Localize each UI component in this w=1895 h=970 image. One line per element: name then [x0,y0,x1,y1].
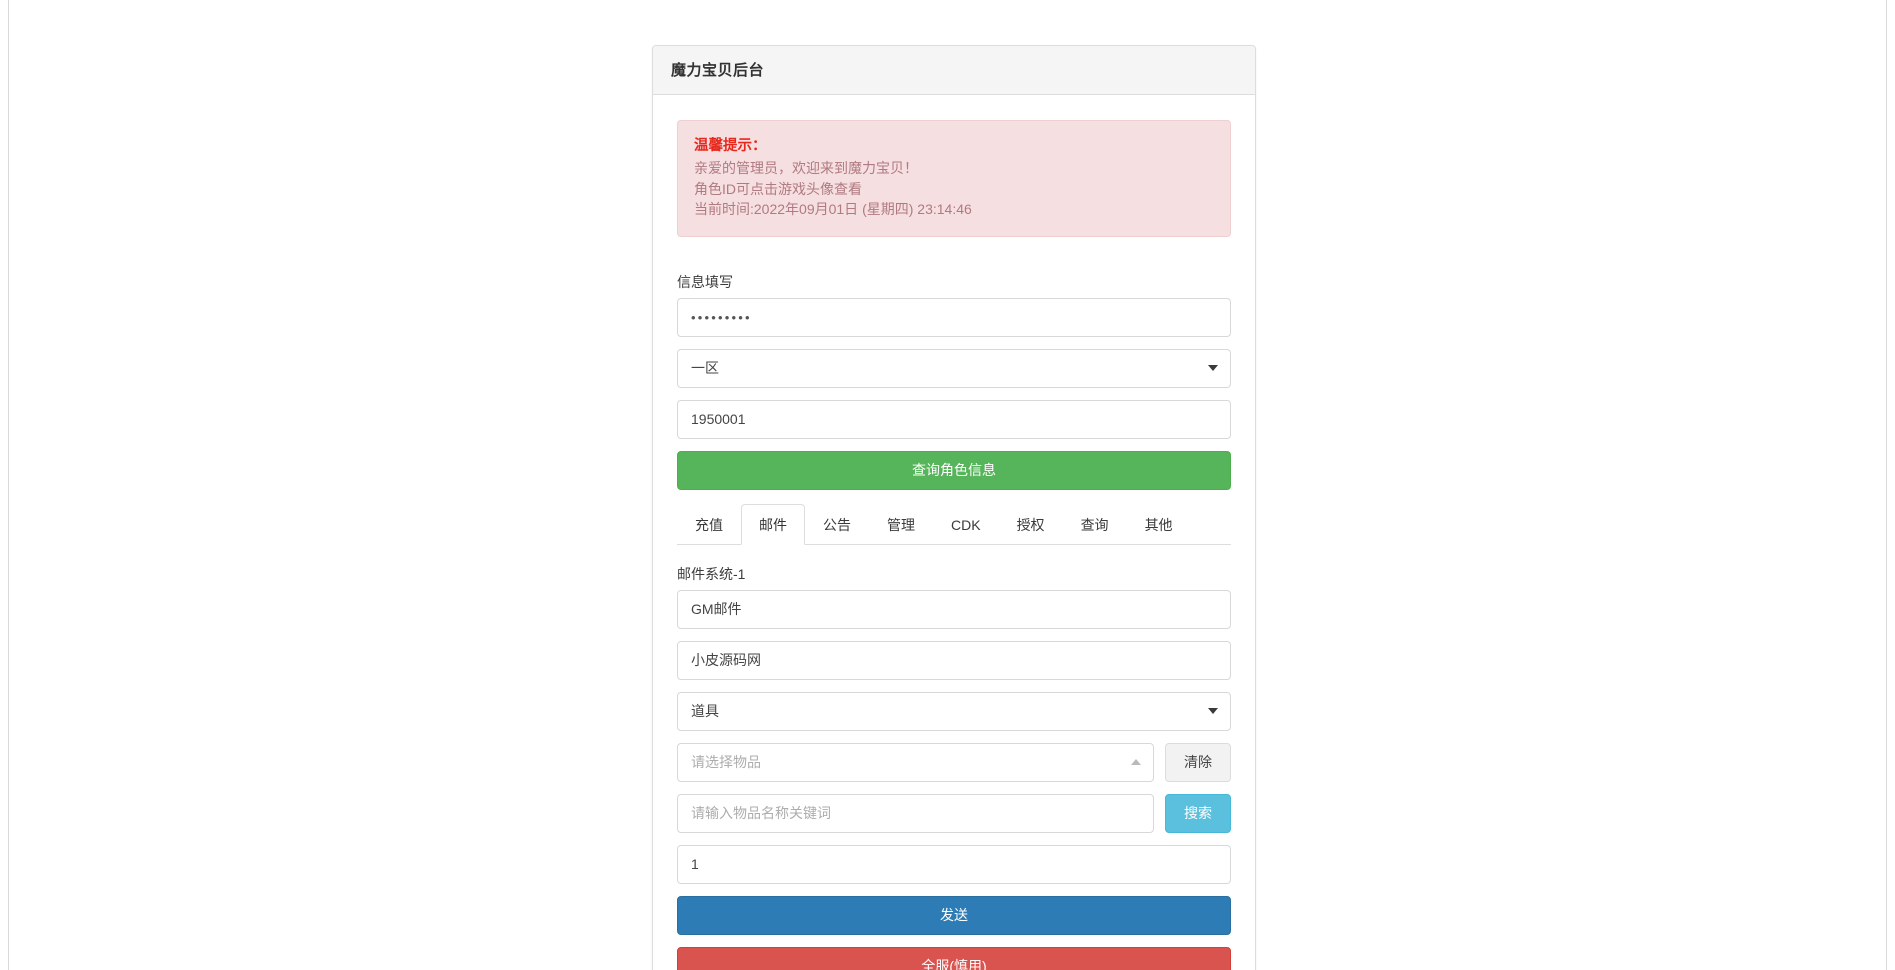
mail-title-input[interactable]: GM邮件 [677,590,1231,629]
panel-body: 温馨提示： 亲爱的管理员，欢迎来到魔力宝贝！ 角色ID可点击游戏头像查看 当前时… [653,95,1255,970]
item-keyword-input[interactable]: 请输入物品名称关键词 [677,794,1154,833]
tab-manage[interactable]: 管理 [869,504,933,545]
password-input[interactable]: ••••••••• [677,298,1231,337]
page-right-edge [1886,0,1895,970]
send-all-servers-button[interactable]: 全服(慎用) [677,947,1231,970]
chevron-down-icon [1208,708,1218,714]
send-mail-button[interactable]: 发送 [677,896,1231,935]
app-viewport: 魔力宝贝后台 温馨提示： 亲爱的管理员，欢迎来到魔力宝贝！ 角色ID可点击游戏头… [0,0,1895,970]
page-left-edge [0,0,9,970]
tab-query[interactable]: 查询 [1063,504,1127,545]
admin-panel: 魔力宝贝后台 温馨提示： 亲爱的管理员，欢迎来到魔力宝贝！ 角色ID可点击游戏头… [652,45,1256,970]
mail-item-type-select[interactable]: 道具 [677,692,1231,731]
role-id-input[interactable]: 1950001 [677,400,1231,439]
item-select-placeholder: 请选择物品 [691,752,761,772]
search-button[interactable]: 搜索 [1165,794,1231,833]
tab-authorize[interactable]: 授权 [999,504,1063,545]
mail-content-input[interactable]: 小皮源码网 [677,641,1231,680]
query-role-info-button[interactable]: 查询角色信息 [677,451,1231,490]
server-select-value: 一区 [691,358,719,378]
notice-line-time: 当前时间:2022年09月01日 (星期四) 23:14:46 [694,199,1214,220]
panel-title: 魔力宝贝后台 [653,46,1255,95]
item-quantity-input[interactable]: 1 [677,845,1231,884]
notice-title: 温馨提示： [694,135,1214,157]
tab-mail[interactable]: 邮件 [741,504,805,545]
server-select[interactable]: 一区 [677,349,1231,388]
item-search-row: 请输入物品名称关键词 搜索 [677,794,1231,833]
notice-line-roleid: 角色ID可点击游戏头像查看 [694,179,1214,200]
tab-cdk[interactable]: CDK [933,504,999,545]
info-form-label: 信息填写 [677,273,1231,291]
clear-button[interactable]: 清除 [1165,743,1231,782]
tab-announcement[interactable]: 公告 [805,504,869,545]
mail-system-1-label: 邮件系统-1 [677,565,1231,583]
notice-alert: 温馨提示： 亲爱的管理员，欢迎来到魔力宝贝！ 角色ID可点击游戏头像查看 当前时… [677,120,1231,237]
chevron-down-icon [1208,365,1218,371]
tab-other[interactable]: 其他 [1127,504,1191,545]
notice-line-welcome: 亲爱的管理员，欢迎来到魔力宝贝！ [694,158,1214,179]
tab-bar: 充值 邮件 公告 管理 CDK 授权 查询 其他 [677,504,1231,545]
item-picker-row: 请选择物品 清除 [677,743,1231,782]
mail-item-type-value: 道具 [691,701,719,721]
chevron-up-icon [1131,759,1141,765]
item-select[interactable]: 请选择物品 [677,743,1154,782]
tab-recharge[interactable]: 充值 [677,504,741,545]
